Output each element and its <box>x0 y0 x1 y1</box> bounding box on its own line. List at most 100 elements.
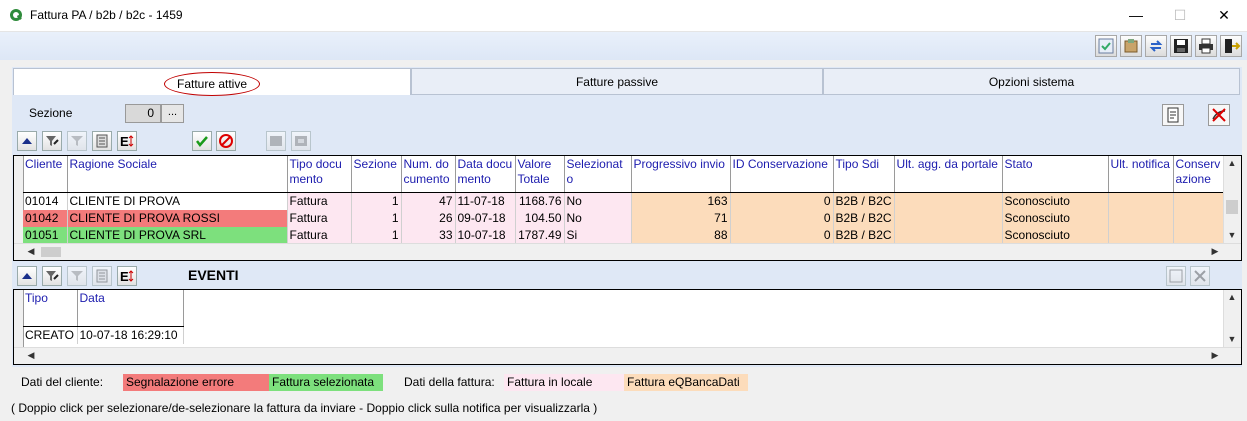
table-cell-cliente: 01014 <box>23 192 68 210</box>
table-cell-sezione: 1 <box>351 192 402 210</box>
table-cell-sezione: 1 <box>351 226 402 244</box>
table-cell-num: 33 <box>401 226 456 244</box>
table-cell-data: 09-07-18 <box>455 209 516 227</box>
move-up-icon[interactable] <box>17 131 37 151</box>
table-cell-sdi: B2B / B2C <box>833 226 895 244</box>
column-header[interactable]: Tipo documento <box>287 156 352 193</box>
sort-icon[interactable]: E <box>117 131 137 151</box>
confirm-icon[interactable] <box>192 131 212 151</box>
column-header[interactable]: Ult. agg. da portale <box>894 156 1003 193</box>
tab-opzioni-sistema[interactable]: Opzioni sistema <box>823 68 1240 95</box>
fatture-grid: Cliente Ragione Sociale Tipo documento Sezi… <box>13 155 1242 261</box>
document-icon[interactable] <box>1162 104 1184 126</box>
table-cell-stato: Sconosciuto <box>1002 209 1109 227</box>
legend-fattura-label: Dati della fattura: <box>404 375 495 389</box>
table-cell-ultagg <box>894 226 1003 244</box>
eventi-title: EVENTI <box>188 267 239 283</box>
table-row[interactable]: 01042 CLIENTE DI PROVA ROSSI Fattura 1 26 09-… <box>23 209 1224 227</box>
legend-fattura-eqbancadati: Fattura eQBancaDati <box>624 374 748 391</box>
table-cell-stato: Sconosciuto <box>1002 192 1109 210</box>
filter-edit-icon[interactable] <box>42 131 62 151</box>
column-header[interactable]: Ult. notifica <box>1108 156 1174 193</box>
column-header[interactable]: Stato <box>1002 156 1109 193</box>
sezione-lookup-button[interactable]: ... <box>161 104 184 123</box>
table-cell-num: 26 <box>401 209 456 227</box>
exit-icon[interactable] <box>1220 35 1242 57</box>
table-cell-ragione: CLIENTE DI PROVA <box>67 192 288 210</box>
table-cell-data: 10-07-18 16:29:10 <box>77 326 184 344</box>
table-cell-notifica <box>1108 192 1174 210</box>
app-logo-icon <box>10 9 22 21</box>
filter-icon[interactable] <box>67 131 87 151</box>
vertical-scrollbar[interactable]: ▲ ▼ <box>1223 156 1241 245</box>
table-cell-notifica <box>1108 226 1174 244</box>
table-row[interactable]: CREATO 10-07-18 16:29:10 <box>23 326 184 344</box>
sort-icon[interactable]: E <box>117 266 137 286</box>
table-cell-idcons: 0 <box>730 226 834 244</box>
send-icon[interactable] <box>266 131 286 151</box>
legend-fattura-in-locale: Fattura in locale <box>504 374 624 391</box>
filter-edit-icon[interactable] <box>42 266 62 286</box>
table-cell-ragione: CLIENTE DI PROVA ROSSI <box>67 209 288 227</box>
table-cell-sezione: 1 <box>351 209 402 227</box>
columns-icon[interactable] <box>92 131 112 151</box>
table-cell-sdi: B2B / B2C <box>833 192 895 210</box>
column-header[interactable]: Valore Totale <box>515 156 565 193</box>
table-cell-prog: 71 <box>631 209 731 227</box>
horizontal-scrollbar[interactable]: ◀ ▶ <box>14 243 1241 260</box>
table-cell-data: 10-07-18 <box>455 226 516 244</box>
scroll-thumb[interactable] <box>41 247 61 257</box>
close-panel-icon[interactable] <box>1190 266 1210 286</box>
svg-text:E: E <box>120 269 129 284</box>
table-cell-ragione: CLIENTE DI PROVA SRL <box>67 226 288 244</box>
column-header[interactable]: Tipo <box>23 290 78 327</box>
table-cell-sdi: B2B / B2C <box>833 209 895 227</box>
table-cell-prog: 163 <box>631 192 731 210</box>
table-cell-cons <box>1173 226 1224 244</box>
cancel-icon[interactable] <box>216 131 236 151</box>
sezione-input[interactable]: 0 <box>125 104 161 123</box>
table-row[interactable]: 01014 CLIENTE DI PROVA Fattura 1 47 11-07-18 1… <box>23 192 1224 210</box>
table-cell-cliente: 01051 <box>23 226 68 244</box>
minimize-button[interactable]: — <box>1113 0 1159 31</box>
scroll-thumb[interactable] <box>1226 200 1238 214</box>
close-button[interactable]: ✕ <box>1201 0 1247 31</box>
maximize-button[interactable]: ☐ <box>1157 0 1203 31</box>
tab-fatture-attive[interactable]: Fatture attive <box>13 68 411 96</box>
column-header[interactable]: Sezione <box>351 156 402 193</box>
save-icon[interactable] <box>1170 35 1192 57</box>
column-header[interactable]: Selezionato <box>564 156 632 193</box>
filter-icon[interactable] <box>67 266 87 286</box>
table-cell-idcons: 0 <box>730 209 834 227</box>
table-row[interactable]: 01051 CLIENTE DI PROVA SRL Fattura 1 33 10-07… <box>23 226 1224 244</box>
column-header[interactable]: Data documento <box>455 156 516 193</box>
print-icon[interactable] <box>1195 35 1217 57</box>
table-cell-idcons: 0 <box>730 192 834 210</box>
column-header[interactable]: Conservazione <box>1173 156 1224 193</box>
table-cell-stato: Sconosciuto <box>1002 226 1109 244</box>
move-up-icon[interactable] <box>17 266 37 286</box>
clear-signature-icon[interactable] <box>1208 104 1230 126</box>
svg-text:E: E <box>120 134 129 149</box>
sync-icon[interactable] <box>1145 35 1167 57</box>
refresh-icon[interactable] <box>1095 35 1117 57</box>
column-header[interactable]: ID Conservazione <box>730 156 834 193</box>
table-cell-valore: 1168.76 <box>515 192 565 210</box>
horizontal-scrollbar[interactable]: ◀ ▶ <box>14 347 1241 364</box>
tab-label: Fatture attive <box>164 72 260 96</box>
legend-fattura-selezionata: Fattura selezionata <box>269 374 383 391</box>
vertical-scrollbar[interactable]: ▲ ▼ <box>1223 290 1241 349</box>
export-icon[interactable] <box>1120 35 1142 57</box>
tab-fatture-passive[interactable]: Fatture passive <box>411 68 823 95</box>
column-header[interactable]: Num. documento <box>401 156 456 193</box>
send-all-icon[interactable] <box>291 131 311 151</box>
eventi-grid: Tipo Data CREATO 10-07-18 16:29:10 ▲ ▼ ◀ ▶ <box>13 289 1242 365</box>
column-header[interactable]: Ragione Sociale <box>67 156 288 193</box>
column-header[interactable]: Data <box>77 290 184 327</box>
column-header[interactable]: Progressivo invio <box>631 156 731 193</box>
maximize-panel-icon[interactable] <box>1166 266 1186 286</box>
column-header[interactable]: Tipo Sdi <box>833 156 895 193</box>
columns-icon[interactable] <box>92 266 112 286</box>
table-cell-data: 11-07-18 <box>455 192 516 210</box>
column-header[interactable]: Cliente <box>23 156 68 193</box>
